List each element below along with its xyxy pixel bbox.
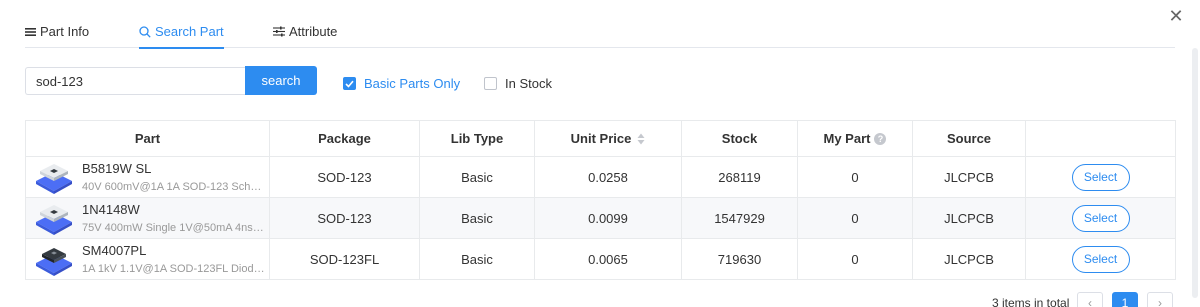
col-unit-price[interactable]: Unit Price bbox=[535, 121, 682, 156]
part-name[interactable]: 1N4148W bbox=[82, 202, 266, 217]
select-button[interactable]: Select bbox=[1071, 245, 1130, 273]
tab-label: Attribute bbox=[289, 24, 338, 39]
help-icon[interactable]: ? bbox=[874, 132, 887, 145]
table-row: SM4007PL 1A 1kV 1.1V@1A SOD-123FL Diodes… bbox=[26, 239, 1175, 280]
basic-parts-only-checkbox[interactable]: Basic Parts Only bbox=[343, 76, 460, 91]
tab-label: Part Info bbox=[40, 24, 90, 39]
part-cell: B5819W SL 40V 600mV@1A 1A SOD-123 Schott… bbox=[26, 157, 270, 197]
col-stock: Stock bbox=[682, 121, 798, 156]
checkbox-label: Basic Parts Only bbox=[364, 76, 461, 91]
tab-part-info[interactable]: Part Info bbox=[25, 16, 89, 47]
lib-type-cell: Basic bbox=[420, 198, 535, 238]
source-cell: JLCPCB bbox=[913, 198, 1026, 238]
col-part: Part bbox=[26, 121, 270, 156]
in-stock-checkbox[interactable]: In Stock bbox=[484, 76, 552, 91]
checkbox-label: In Stock bbox=[505, 76, 552, 91]
tab-attribute[interactable]: Attribute bbox=[273, 16, 337, 47]
lib-type-cell: Basic bbox=[420, 157, 535, 197]
sort-icon[interactable] bbox=[637, 133, 645, 145]
stock-cell: 1547929 bbox=[682, 198, 798, 238]
parts-table: Part Package Lib Type Unit Price Stock M… bbox=[25, 120, 1176, 280]
search-icon bbox=[139, 25, 151, 38]
col-action bbox=[1026, 121, 1175, 156]
pagination-total: 3 items in total bbox=[992, 296, 1070, 307]
col-label: My Part bbox=[823, 131, 871, 146]
table-row: B5819W SL 40V 600mV@1A 1A SOD-123 Schott… bbox=[26, 157, 1175, 198]
source-cell: JLCPCB bbox=[913, 239, 1026, 279]
checkbox-checked-icon bbox=[343, 77, 356, 90]
unit-price-cell: 0.0258 bbox=[535, 157, 682, 197]
table-header: Part Package Lib Type Unit Price Stock M… bbox=[26, 121, 1175, 157]
part-name[interactable]: B5819W SL bbox=[82, 161, 266, 176]
scrollbar[interactable] bbox=[1192, 48, 1198, 298]
action-cell: Select bbox=[1026, 157, 1175, 197]
action-cell: Select bbox=[1026, 198, 1175, 238]
package-cell: SOD-123FL bbox=[270, 239, 420, 279]
source-cell: JLCPCB bbox=[913, 157, 1026, 197]
part-cell: SM4007PL 1A 1kV 1.1V@1A SOD-123FL Diodes… bbox=[26, 239, 270, 279]
part-thumbnail bbox=[36, 248, 72, 276]
part-thumbnail bbox=[36, 205, 72, 235]
list-icon bbox=[25, 27, 36, 37]
chevron-left-icon[interactable]: ‹ bbox=[1077, 292, 1103, 307]
tab-label: Search Part bbox=[155, 24, 224, 39]
search-input[interactable] bbox=[25, 67, 247, 95]
my-part-cell: 0 bbox=[798, 198, 913, 238]
stock-cell: 268119 bbox=[682, 157, 798, 197]
package-cell: SOD-123 bbox=[270, 157, 420, 197]
part-description: 1A 1kV 1.1V@1A SOD-123FL Diodes - Genera… bbox=[82, 263, 266, 275]
part-info: 1N4148W 75V 400mW Single 1V@50mA 4ns 150… bbox=[82, 202, 266, 234]
part-description: 40V 600mV@1A 1A SOD-123 Schottky Barrier… bbox=[82, 181, 266, 193]
table-row: 1N4148W 75V 400mW Single 1V@50mA 4ns 150… bbox=[26, 198, 1175, 239]
col-lib-type: Lib Type bbox=[420, 121, 535, 156]
tab-search-part[interactable]: Search Part bbox=[139, 16, 224, 49]
unit-price-cell: 0.0065 bbox=[535, 239, 682, 279]
part-info: SM4007PL 1A 1kV 1.1V@1A SOD-123FL Diodes… bbox=[82, 243, 266, 275]
checkbox-unchecked-icon bbox=[484, 77, 497, 90]
select-button[interactable]: Select bbox=[1071, 163, 1130, 191]
chevron-right-icon[interactable]: › bbox=[1147, 292, 1173, 307]
action-cell: Select bbox=[1026, 239, 1175, 279]
select-button[interactable]: Select bbox=[1071, 204, 1130, 232]
stock-cell: 719630 bbox=[682, 239, 798, 279]
tab-bar: Part Info Search Part Attribute bbox=[25, 16, 1175, 49]
part-name[interactable]: SM4007PL bbox=[82, 243, 266, 258]
pagination-page[interactable]: 1 bbox=[1112, 292, 1138, 307]
my-part-cell: 0 bbox=[798, 157, 913, 197]
part-thumbnail bbox=[36, 164, 72, 194]
col-my-part: My Part ? bbox=[798, 121, 913, 156]
search-button[interactable]: search bbox=[245, 66, 317, 95]
package-cell: SOD-123 bbox=[270, 198, 420, 238]
col-source: Source bbox=[913, 121, 1026, 156]
lib-type-cell: Basic bbox=[420, 239, 535, 279]
part-description: 75V 400mW Single 1V@50mA 4ns 150mA bbox=[82, 222, 266, 234]
part-info: B5819W SL 40V 600mV@1A 1A SOD-123 Schott… bbox=[82, 161, 266, 193]
sliders-icon bbox=[273, 26, 285, 37]
unit-price-cell: 0.0099 bbox=[535, 198, 682, 238]
col-label: Unit Price bbox=[570, 131, 632, 146]
part-cell: 1N4148W 75V 400mW Single 1V@50mA 4ns 150… bbox=[26, 198, 270, 238]
my-part-cell: 0 bbox=[798, 239, 913, 279]
col-package: Package bbox=[270, 121, 420, 156]
